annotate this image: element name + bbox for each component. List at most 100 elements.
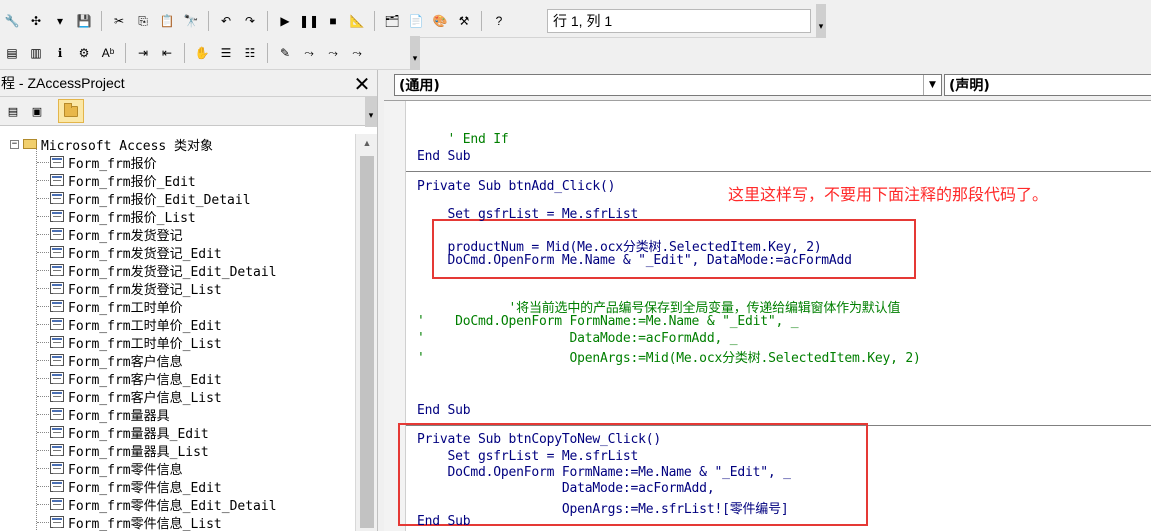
form-module-icon (50, 354, 64, 366)
tree-item-label: Form_frm量器具_Edit (68, 426, 209, 442)
tree-item[interactable]: Form_frm客户信息_List (38, 387, 222, 406)
properties-icon[interactable]: 📄 (406, 11, 426, 31)
chevron-down-icon[interactable]: ▼ (923, 75, 941, 95)
uncomment-block-icon[interactable]: ☷ (240, 43, 260, 63)
form-module-icon (50, 336, 64, 348)
tree-item[interactable]: Form_frm发货登记_Edit_Detail (38, 261, 277, 280)
tree-item[interactable]: Form_frm发货登记 (38, 225, 183, 244)
code-comment-line: '将当前选中的产品编号保存到全局变量，传递给编辑窗体作为默认值 (417, 301, 901, 316)
object-browser-icon[interactable]: 🎨 (430, 11, 450, 31)
form-module-icon (50, 156, 64, 168)
list-constants-icon[interactable]: ▥ (26, 43, 46, 63)
break-icon[interactable]: ❚❚ (299, 11, 319, 31)
run-icon[interactable]: ▶ (275, 11, 295, 31)
tree-item[interactable]: Form_frm零件信息 (38, 459, 183, 478)
tree-item-label: Form_frm工时单价 (68, 300, 183, 316)
tree-item[interactable]: Form_frm报价_List (38, 207, 196, 226)
tree-item[interactable]: Form_frm报价_Edit (38, 171, 196, 190)
reset-icon[interactable]: ■ (323, 11, 343, 31)
save-icon[interactable]: 💾 (74, 11, 94, 31)
annotation-note: 这里这样写，不要用下面注释的那段代码了。 (728, 185, 1049, 204)
code-line: End Sub (417, 403, 471, 418)
form-module-icon (50, 282, 64, 294)
dropdown-arrow-icon[interactable]: ▾ (50, 11, 70, 31)
design-mode-icon[interactable]: 📐 (347, 11, 367, 31)
form-module-icon (50, 372, 64, 384)
tree-item[interactable]: Form_frm客户信息 (38, 351, 183, 370)
tree-item[interactable]: Form_frm工时单价 (38, 297, 183, 316)
list-properties-icon[interactable]: ▤ (2, 43, 22, 63)
tools-icon[interactable]: 🔧 (2, 11, 22, 31)
toggle-breakpoint-icon[interactable]: ✋ (192, 43, 212, 63)
tree-item[interactable]: Form_frm零件信息_Edit (38, 477, 222, 496)
procedure-separator (406, 171, 1151, 172)
find-icon[interactable]: 🔭 (181, 11, 201, 31)
scroll-thumb[interactable] (360, 156, 374, 528)
toolbar-overflow-icon[interactable]: ▾ (410, 36, 420, 70)
project-tree-scrollbar[interactable]: ▲ (355, 134, 377, 531)
form-module-icon (50, 390, 64, 402)
next-bookmark-icon[interactable]: ⤳ (299, 43, 319, 63)
undo-icon[interactable]: ↶ (216, 11, 236, 31)
parameter-info-icon[interactable]: ⚙ (74, 43, 94, 63)
tree-item-label: Form_frm客户信息_List (68, 390, 222, 406)
outdent-icon[interactable]: ⇤ (157, 43, 177, 63)
code-line: DoCmd.OpenForm Me.Name & "_Edit", DataMo… (417, 253, 852, 268)
previous-bookmark-icon[interactable]: ⤳ (323, 43, 343, 63)
toolbox-icon[interactable]: ⚒ (454, 11, 474, 31)
tree-item-label: Form_frm零件信息 (68, 462, 183, 478)
toolbar-separator (267, 42, 268, 63)
procedure-combo[interactable]: (声明) (944, 74, 1151, 96)
view-object-icon[interactable]: ▣ (26, 101, 48, 121)
form-module-icon (50, 174, 64, 186)
toolbar-overflow-icon[interactable]: ▾ (816, 4, 826, 38)
tree-item-label: Form_frm报价_Edit (68, 174, 196, 190)
tree-item[interactable]: Form_frm报价_Edit_Detail (38, 189, 251, 208)
close-icon[interactable]: ✕ (351, 72, 373, 96)
tree-item[interactable]: Form_frm报价 (38, 153, 157, 172)
indent-icon[interactable]: ⇥ (133, 43, 153, 63)
tree-item[interactable]: Form_frm客户信息_Edit (38, 369, 222, 388)
project-explorer-icon[interactable]: 🗂 (382, 11, 402, 31)
standard-toolbar: 🔧 ✣ ▾ 💾 ✂ ⎘ 📋 🔭 ↶ ↷ ▶ ❚❚ ■ 📐 🗂 📄 🎨 ⚒? 行 1, 列 1 ▾ (0, 4, 826, 38)
toolbar-separator (184, 42, 185, 63)
object-combo[interactable]: (通用) ▼ (394, 74, 942, 96)
tree-item[interactable]: Form_frm发货登记_Edit (38, 243, 222, 262)
comment-block-icon[interactable]: ☰ (216, 43, 236, 63)
quick-info-icon[interactable]: ℹ (50, 43, 70, 63)
collapse-icon[interactable]: − (10, 139, 19, 149)
help-icon[interactable]: ? (489, 11, 509, 31)
tree-item-label: Form_frm报价_List (68, 210, 196, 226)
code-line: End Sub (417, 514, 471, 529)
code-comment-line: ' End If (417, 132, 509, 147)
scroll-up-icon[interactable]: ▲ (356, 134, 378, 152)
insert-icon[interactable]: ✣ (26, 11, 46, 31)
tree-item[interactable]: Form_frm零件信息_List (38, 513, 222, 531)
tree-item[interactable]: Form_frm工时单价_Edit (38, 315, 222, 334)
copy-icon[interactable]: ⎘ (133, 11, 153, 31)
redo-icon[interactable]: ↷ (240, 11, 260, 31)
toggle-folders-icon[interactable] (58, 99, 84, 123)
tree-node-class-objects[interactable]: − Microsoft Access 类对象 (10, 135, 213, 154)
form-module-icon (50, 210, 64, 222)
toolbar-overflow-icon[interactable]: ▾ (365, 97, 377, 127)
tree-item[interactable]: Form_frm量器具 (38, 405, 170, 424)
tree-item[interactable]: Form_frm量器具_Edit (38, 423, 209, 442)
cut-icon[interactable]: ✂ (109, 11, 129, 31)
toggle-bookmark-icon[interactable]: ✎ (275, 43, 295, 63)
form-module-icon (50, 264, 64, 276)
code-editor[interactable]: 这里这样写，不要用下面注释的那段代码了。 ' End If End Sub Priv… (384, 100, 1151, 531)
paste-icon[interactable]: 📋 (157, 11, 177, 31)
code-line: Private Sub btnAdd_Click() (417, 179, 616, 194)
form-module-icon (50, 246, 64, 258)
view-code-icon[interactable]: ▤ (2, 101, 24, 121)
tree-item[interactable]: Form_frm量器具_List (38, 441, 209, 460)
code-line: Private Sub btnCopyToNew_Click() (417, 432, 662, 447)
code-line: End Sub (417, 149, 471, 164)
tree-item[interactable]: Form_frm发货登记_List (38, 279, 222, 298)
clear-bookmarks-icon[interactable]: ⤳ (347, 43, 367, 63)
complete-word-icon[interactable]: Aᵇ (98, 43, 118, 63)
tree-item[interactable]: Form_frm工时单价_List (38, 333, 222, 352)
tree-item-label: Form_frm发货登记_Edit_Detail (68, 264, 277, 280)
tree-item[interactable]: Form_frm零件信息_Edit_Detail (38, 495, 277, 514)
